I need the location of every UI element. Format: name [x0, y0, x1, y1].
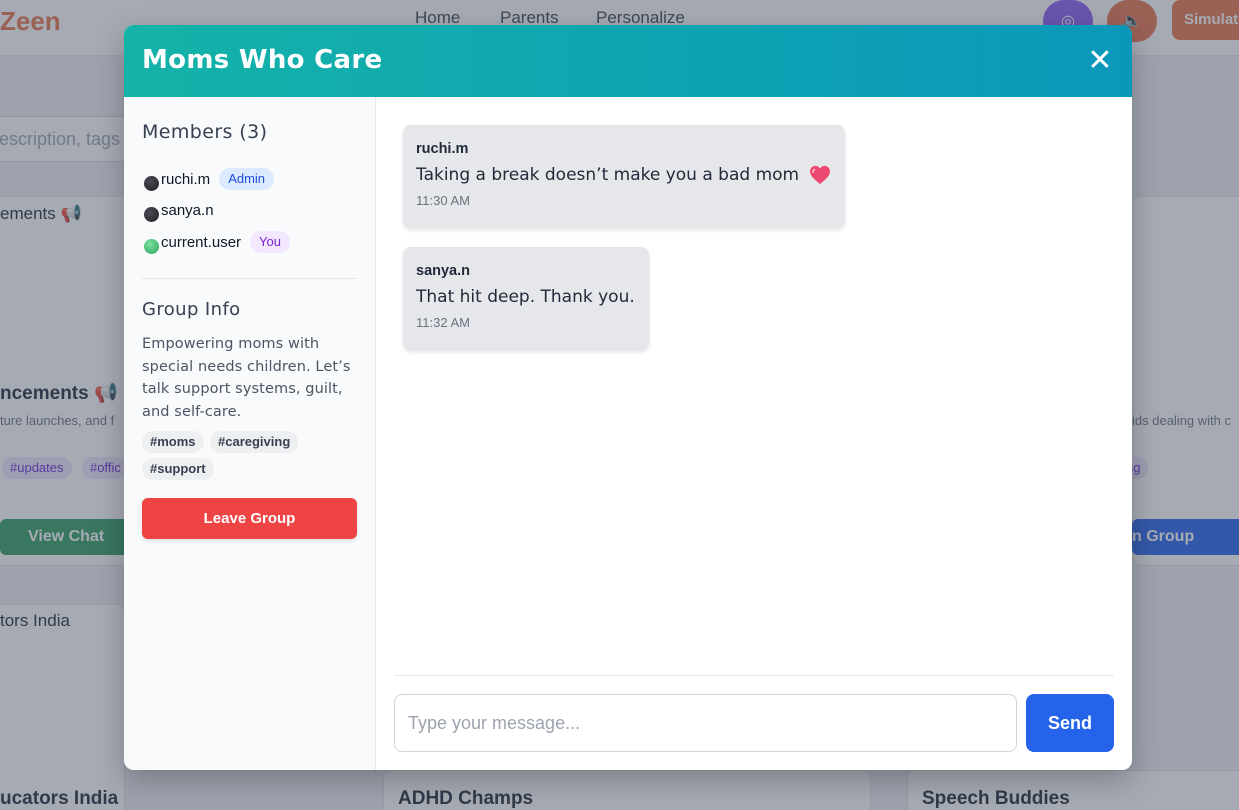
close-icon[interactable]: ✕: [1086, 46, 1114, 76]
status-dot-icon: [144, 206, 159, 222]
chat-message: sanya.n That hit deep. Thank you. 11:32 …: [403, 247, 649, 350]
admin-badge: Admin: [219, 168, 275, 190]
member-item[interactable]: sanya.n: [144, 199, 214, 222]
send-button[interactable]: Send: [1026, 694, 1114, 752]
online-dot-icon: [144, 238, 159, 254]
message-body: Taking a break doesn’t make you a bad mo…: [416, 165, 831, 185]
group-chat-modal: Moms Who Care ✕ Members (3) ruchi.m Admi…: [124, 25, 1132, 770]
group-description: Empowering moms with special needs child…: [142, 336, 351, 420]
message-time: 11:30 AM: [416, 193, 470, 208]
message-input[interactable]: [394, 694, 1017, 752]
leave-group-button[interactable]: Leave Group: [142, 498, 357, 539]
group-tag: #moms: [142, 431, 204, 453]
message-time: 11:32 AM: [416, 315, 470, 330]
chat-panel: ruchi.m Taking a break doesn’t make you …: [377, 97, 1132, 770]
group-tag: #caregiving: [210, 431, 299, 453]
you-badge: You: [250, 231, 290, 253]
message-body: That hit deep. Thank you.: [416, 287, 635, 307]
message-text: Taking a break doesn’t make you a bad mo…: [416, 165, 800, 185]
modal-header: Moms Who Care ✕: [124, 25, 1132, 97]
member-name: ruchi.m: [161, 170, 211, 188]
message-author: sanya.n: [416, 263, 470, 279]
message-text: That hit deep. Thank you.: [416, 287, 635, 307]
message-author: ruchi.m: [416, 141, 469, 157]
sidebar-divider: [142, 278, 357, 279]
group-info-heading: Group Info: [142, 299, 241, 320]
member-name: sanya.n: [161, 201, 214, 219]
chat-message: ruchi.m Taking a break doesn’t make you …: [403, 125, 846, 228]
member-item[interactable]: current.user You: [144, 231, 290, 254]
composer-divider: [394, 675, 1114, 676]
member-item[interactable]: ruchi.m Admin: [144, 168, 275, 191]
members-heading: Members (3): [142, 121, 268, 143]
group-sidebar: Members (3) ruchi.m Admin sanya.n curren…: [124, 97, 376, 770]
status-dot-icon: [144, 175, 159, 191]
group-tag: #support: [142, 458, 214, 480]
heart-icon: [810, 165, 831, 185]
modal-title: Moms Who Care: [142, 45, 383, 75]
member-name: current.user: [161, 233, 242, 251]
